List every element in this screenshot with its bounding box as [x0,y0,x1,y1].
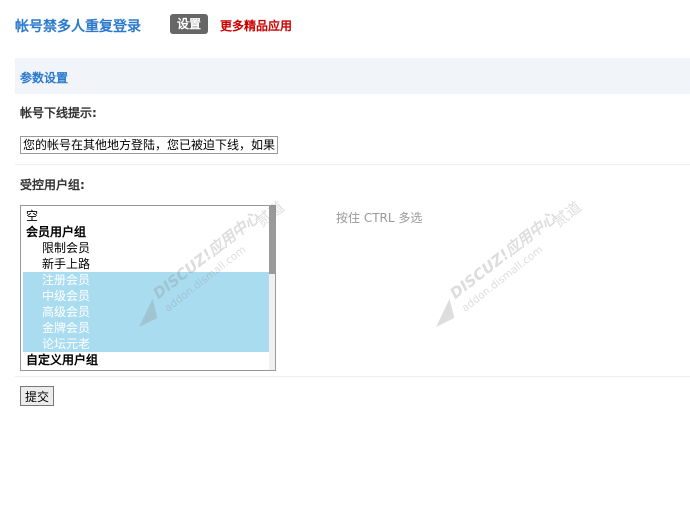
group-option-label: 论坛元老 [42,337,91,351]
group-option-label: 中级会员 [42,289,91,303]
group-option[interactable]: 新手上路 [23,256,275,272]
row-divider [15,164,690,165]
group-option[interactable]: 高级会员 [23,304,275,320]
group-option-label: 高级会员 [42,305,91,319]
watermark-partner: 贰道 [550,198,585,231]
watermark-brand: DISCUZ!应用中心 [447,208,561,303]
section-header: 参数设置 [15,58,690,94]
group-option[interactable]: 空 [23,208,272,224]
group-option-label: 自定义用户组 [26,353,99,367]
controlled-groups-label: 受控用户组: [20,178,85,192]
plugin-settings-page: 帐号禁多人重复登录 设置 更多精品应用 参数设置 帐号下线提示: 您的帐号在其他… [0,0,690,506]
listbox-scrollbar[interactable] [269,206,275,370]
offline-tip-input[interactable]: 您的帐号在其他地方登陆，您已被迫下线，如果 [20,136,278,154]
group-option[interactable]: 中级会员 [23,288,275,304]
submit-button[interactable]: 提交 [20,386,55,406]
multiselect-hint: 按住 CTRL 多选 [336,211,423,225]
group-option[interactable]: 金牌会员 [23,320,275,336]
offline-tip-label: 帐号下线提示: [20,106,97,120]
tab-settings[interactable]: 设置 [170,14,209,34]
group-option[interactable]: 会员用户组 [23,224,272,240]
group-option[interactable]: 注册会员 [23,272,275,288]
scrollbar-thumb[interactable] [269,206,275,274]
group-option-label: 金牌会员 [42,321,91,335]
group-option-label: 新手上路 [42,257,91,271]
group-option-label: 注册会员 [42,273,91,287]
plugin-title: 帐号禁多人重复登录 [15,19,141,35]
user-group-multiselect[interactable]: 空 会员用户组 限制会员 新手上路 注册会员 中级会员 高级会员 金牌会员 论坛… [20,205,276,371]
top-bar: 帐号禁多人重复登录 设置 更多精品应用 [0,0,690,48]
watermark-domain: addon.dismall.com [459,244,545,315]
row-divider [15,376,690,377]
group-option[interactable]: 自定义用户组 [23,352,272,368]
group-option-label: 空 [26,209,39,223]
more-apps-link[interactable]: 更多精品应用 [220,17,292,34]
dismall-watermark-logo: DISCUZ!应用中心 addon.dismall.com 贰道 [436,198,585,328]
paper-plane-icon [436,298,455,328]
group-option-label: 限制会员 [42,241,91,255]
section-title: 参数设置 [20,71,69,85]
group-option[interactable]: 限制会员 [23,240,275,256]
group-option-label: 会员用户组 [26,225,87,239]
group-option[interactable]: 论坛元老 [23,336,275,352]
